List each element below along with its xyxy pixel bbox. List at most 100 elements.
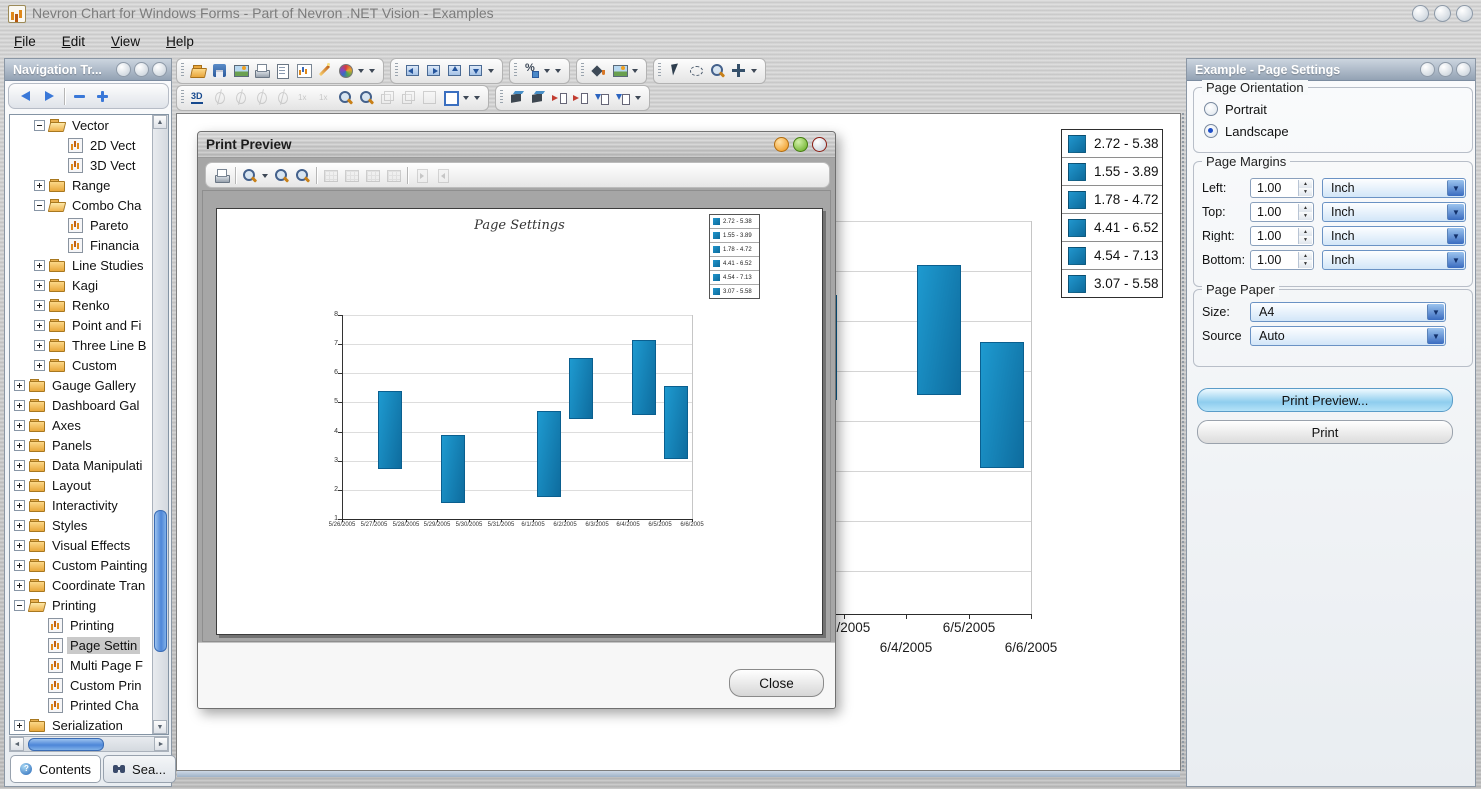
tree-item[interactable]: Kagi — [10, 275, 154, 295]
print-button[interactable] — [251, 60, 272, 81]
dropdown-button[interactable] — [553, 60, 564, 81]
tree-item[interactable]: Multi Page F — [10, 655, 154, 675]
dropdown-button[interactable] — [749, 60, 760, 81]
frame-blue-button[interactable] — [440, 87, 461, 108]
unit-combobox[interactable]: Inch ▼ — [1322, 226, 1466, 246]
spinner-down-icon[interactable]: ▼ — [1299, 236, 1312, 244]
menu-file[interactable]: File — [14, 34, 36, 49]
tree-item[interactable]: Serialization — [10, 715, 154, 734]
move-button[interactable] — [728, 60, 749, 81]
tree-item[interactable]: Gauge Gallery — [10, 375, 154, 395]
expander-plus-icon[interactable] — [14, 399, 25, 411]
tree-item[interactable]: Custom Painting — [10, 555, 154, 575]
zoom-out-button[interactable] — [356, 87, 377, 108]
menu-help[interactable]: Help — [166, 34, 194, 49]
panel-button[interactable] — [116, 62, 131, 77]
tree-vertical-scrollbar[interactable]: ▲ ▼ — [152, 115, 168, 734]
tree-item[interactable]: Coordinate Tran — [10, 575, 154, 595]
document-button[interactable] — [272, 60, 293, 81]
tree-item[interactable]: 2D Vect — [10, 135, 154, 155]
dialog-maximize-button[interactable] — [793, 137, 808, 152]
dropdown-button[interactable] — [367, 60, 378, 81]
scroll-right-button[interactable]: ► — [154, 737, 168, 751]
expander-plus-icon[interactable] — [14, 479, 25, 491]
gap-h2-button[interactable] — [570, 87, 591, 108]
spinner-down-icon[interactable]: ▼ — [1299, 188, 1312, 196]
print-button[interactable]: Print — [1197, 420, 1453, 444]
expander-plus-icon[interactable] — [34, 359, 45, 371]
expander-plus-icon[interactable] — [14, 719, 25, 731]
spinner-up-icon[interactable]: ▲ — [1299, 204, 1312, 212]
tree-item[interactable]: Custom — [10, 355, 154, 375]
printer-button[interactable] — [211, 165, 232, 186]
margin-value-spinner[interactable]: 1.00 ▲ ▼ — [1250, 178, 1314, 198]
tree-horizontal-scrollbar[interactable]: ◄ ► — [9, 736, 169, 752]
zoom-in-button[interactable] — [271, 165, 292, 186]
panel-splitter[interactable] — [1182, 113, 1184, 771]
spinner-up-icon[interactable]: ▲ — [1299, 252, 1312, 260]
gap-v1-button[interactable] — [591, 87, 612, 108]
tree-item[interactable]: Data Manipulati — [10, 455, 154, 475]
threed-button[interactable] — [188, 87, 209, 108]
zoomtool-button[interactable] — [239, 165, 260, 186]
margin-value-spinner[interactable]: 1.00 ▲ ▼ — [1250, 226, 1314, 246]
wall2-button[interactable] — [528, 87, 549, 108]
menu-view[interactable]: View — [111, 34, 140, 49]
image-button[interactable] — [609, 60, 630, 81]
tree-item[interactable]: Pareto — [10, 215, 154, 235]
spinner-down-icon[interactable]: ▼ — [1299, 260, 1312, 268]
dialog-close-icon[interactable] — [812, 137, 827, 152]
dock-bottom-button[interactable] — [465, 60, 486, 81]
expander-plus-icon[interactable] — [34, 319, 45, 331]
panel-button[interactable] — [1438, 62, 1453, 77]
radio-landscape[interactable] — [1204, 124, 1218, 138]
wall-button[interactable] — [507, 87, 528, 108]
tree-item[interactable]: Visual Effects — [10, 535, 154, 555]
scrollbar-thumb[interactable] — [28, 738, 104, 751]
scale-button[interactable] — [521, 60, 542, 81]
tree-item[interactable]: Combo Cha — [10, 195, 154, 215]
dock-left-button[interactable] — [402, 60, 423, 81]
palette-button[interactable] — [335, 60, 356, 81]
panel-button[interactable] — [1456, 62, 1471, 77]
panel-button[interactable] — [1420, 62, 1435, 77]
spinner-up-icon[interactable]: ▲ — [1299, 180, 1312, 188]
unit-combobox[interactable]: Inch ▼ — [1322, 178, 1466, 198]
print-preview-button[interactable]: Print Preview... — [1197, 388, 1453, 412]
chart-bars-button[interactable] — [293, 60, 314, 81]
zoom-in-button[interactable] — [335, 87, 356, 108]
minus-button[interactable] — [68, 86, 91, 107]
panel-button[interactable] — [152, 62, 167, 77]
menu-edit[interactable]: Edit — [62, 34, 85, 49]
tree-item[interactable]: 3D Vect — [10, 155, 154, 175]
tree-item[interactable]: Layout — [10, 475, 154, 495]
tree-item[interactable]: Line Studies — [10, 255, 154, 275]
expander-plus-icon[interactable] — [14, 459, 25, 471]
dock-top-button[interactable] — [444, 60, 465, 81]
expander-plus-icon[interactable] — [14, 499, 25, 511]
expander-plus-icon[interactable] — [14, 439, 25, 451]
unit-combobox[interactable]: Inch ▼ — [1322, 250, 1466, 270]
expander-plus-icon[interactable] — [34, 339, 45, 351]
expander-plus-icon[interactable] — [34, 179, 45, 191]
dock-right-button[interactable] — [423, 60, 444, 81]
image-button[interactable] — [230, 60, 251, 81]
scrollbar-thumb[interactable] — [154, 510, 167, 652]
cursor-button[interactable] — [665, 60, 686, 81]
tree-item[interactable]: Axes — [10, 415, 154, 435]
expander-plus-icon[interactable] — [14, 519, 25, 531]
dropdown-button[interactable] — [542, 60, 553, 81]
pen-button[interactable] — [314, 60, 335, 81]
unit-combobox[interactable]: Inch ▼ — [1322, 202, 1466, 222]
bucket-button[interactable] — [588, 60, 609, 81]
tree-item[interactable]: Printing — [10, 595, 154, 615]
plus-button[interactable] — [91, 86, 114, 107]
radio-portrait[interactable] — [1204, 102, 1218, 116]
expander-plus-icon[interactable] — [34, 259, 45, 271]
scroll-down-button[interactable]: ▼ — [153, 720, 167, 734]
tree-item[interactable]: Point and Fi — [10, 315, 154, 335]
expander-plus-icon[interactable] — [14, 579, 25, 591]
tree-item[interactable]: Range — [10, 175, 154, 195]
save-button[interactable] — [209, 60, 230, 81]
folder-open-button[interactable] — [188, 60, 209, 81]
